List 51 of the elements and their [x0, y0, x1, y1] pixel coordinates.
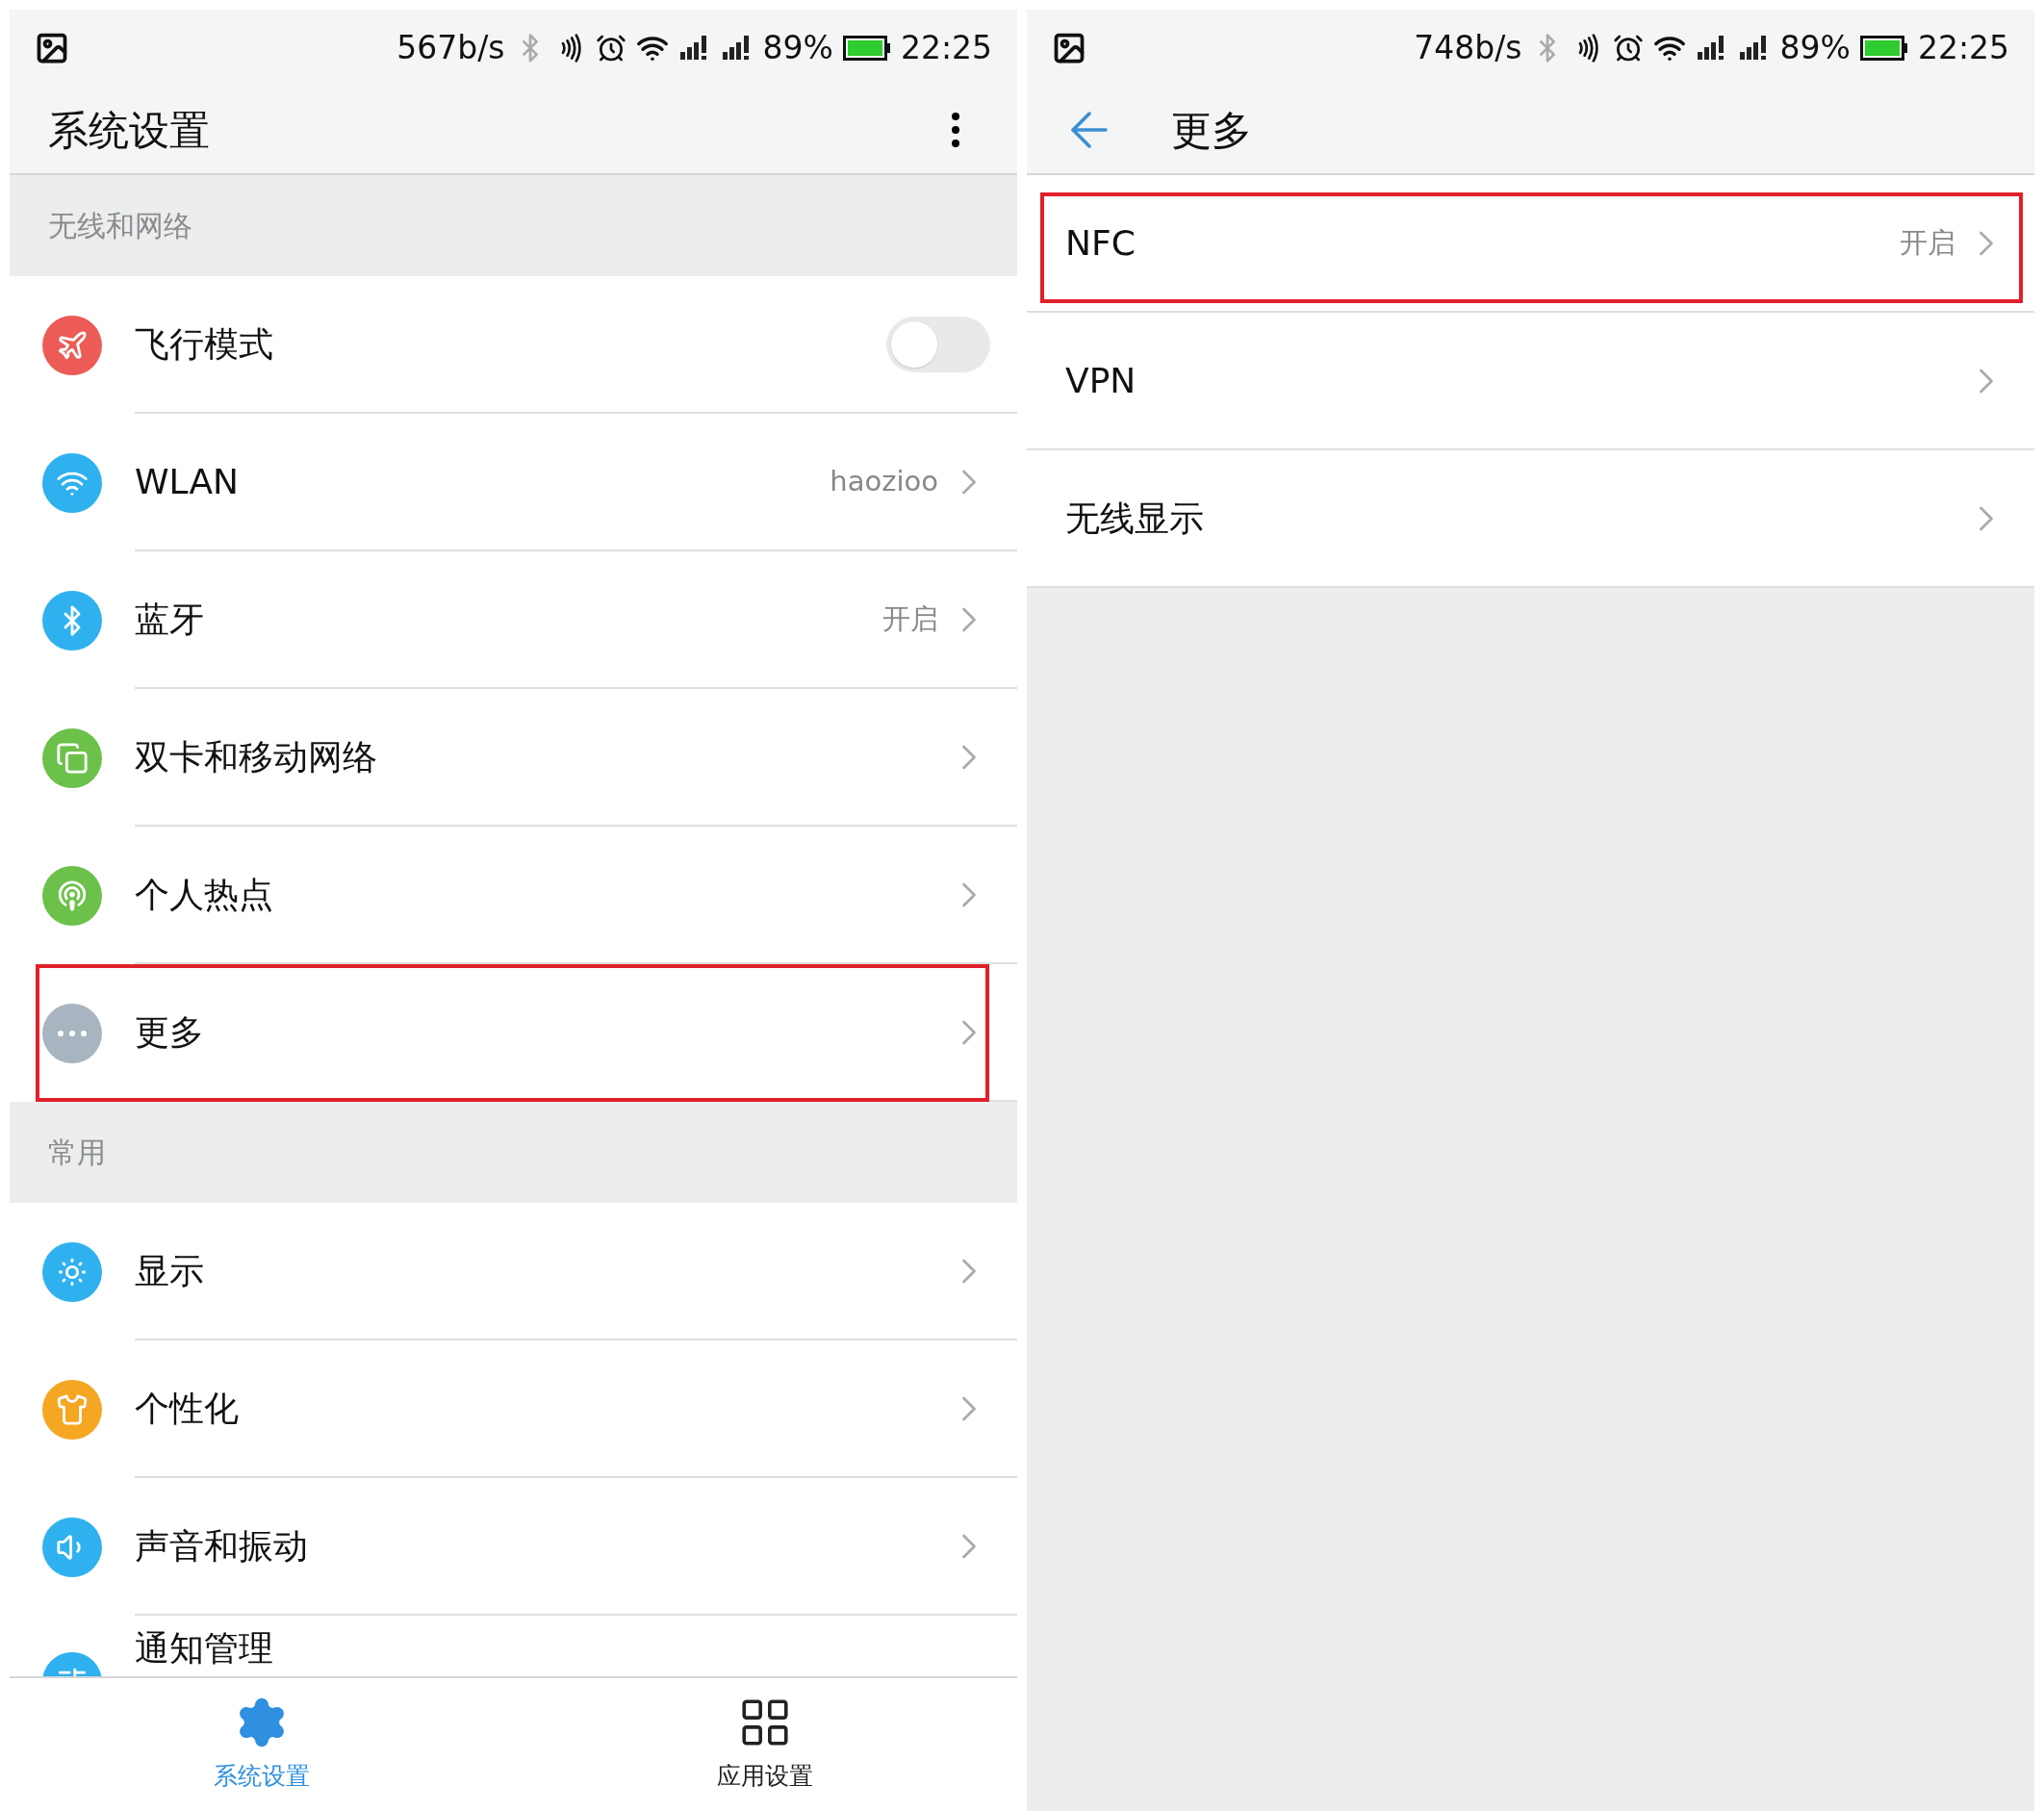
row-label: NFC	[1065, 221, 1136, 265]
row-label: 双卡和移动网络	[135, 735, 377, 778]
clock-time: 22:25	[900, 28, 992, 69]
settings-row[interactable]: VPN	[1027, 313, 2034, 450]
alarm-icon	[595, 33, 626, 64]
row-label: 更多	[135, 1010, 204, 1054]
nav-tab[interactable]: 应用设置	[513, 1678, 1017, 1811]
settings-row[interactable]: 更多	[10, 964, 1017, 1102]
row-label: 个性化	[135, 1387, 239, 1430]
settings-row[interactable]: WLAN haozioo	[10, 414, 1017, 551]
screen-title: 更多	[1171, 105, 1252, 156]
row-label: WLAN	[135, 460, 240, 503]
battery-icon	[842, 36, 891, 61]
image-icon	[35, 31, 69, 65]
more-dots-icon	[58, 1030, 87, 1036]
row-label: 蓝牙	[135, 598, 204, 641]
settings-row[interactable]: 蓝牙 开启	[10, 551, 1017, 689]
screen-title: 系统设置	[48, 105, 210, 156]
settings-row[interactable]: NFC 开启	[1027, 175, 2034, 313]
alarm-icon	[1612, 33, 1644, 64]
battery-percent: 89%	[762, 28, 833, 69]
battery-percent: 89%	[1779, 28, 1851, 69]
row-label: 声音和振动	[135, 1524, 308, 1568]
row-label: 无线显示	[1065, 497, 1204, 540]
section-header: 常用	[48, 1135, 106, 1171]
network-speed: 748b/s	[1414, 28, 1522, 69]
clock-time: 22:25	[1917, 28, 2009, 69]
settings-row[interactable]: 声音和振动	[10, 1478, 1017, 1616]
hotspot-icon	[56, 879, 89, 912]
settings-row[interactable]: 个人热点	[10, 827, 1017, 964]
settings-row[interactable]: 通知管理	[10, 1616, 1017, 1676]
battery-icon	[1859, 36, 1908, 61]
airplane-icon	[56, 328, 89, 362]
image-icon	[1052, 31, 1086, 65]
settings-row[interactable]: 双卡和移动网络	[10, 689, 1017, 827]
settings-row[interactable]: 飞行模式	[10, 276, 1017, 414]
row-label: VPN	[1065, 359, 1137, 402]
row-value: haozioo	[830, 463, 938, 499]
row-label: 通知管理	[135, 1629, 273, 1668]
row-value: 开启	[1900, 224, 1955, 261]
settings-row[interactable]: 无线显示	[1027, 450, 2034, 588]
network-speed: 567b/s	[396, 28, 505, 69]
section-header: 无线和网络	[48, 208, 192, 244]
settings-row[interactable]: 个性化	[10, 1340, 1017, 1478]
settings-row[interactable]: 显示	[10, 1203, 1017, 1340]
row-value: 开启	[882, 600, 938, 637]
shirt-icon	[56, 1392, 89, 1426]
sim-cards-icon	[56, 741, 89, 775]
row-label: 显示	[135, 1249, 204, 1292]
row-label: 个人热点	[135, 873, 273, 916]
row-label: 飞行模式	[135, 322, 273, 366]
